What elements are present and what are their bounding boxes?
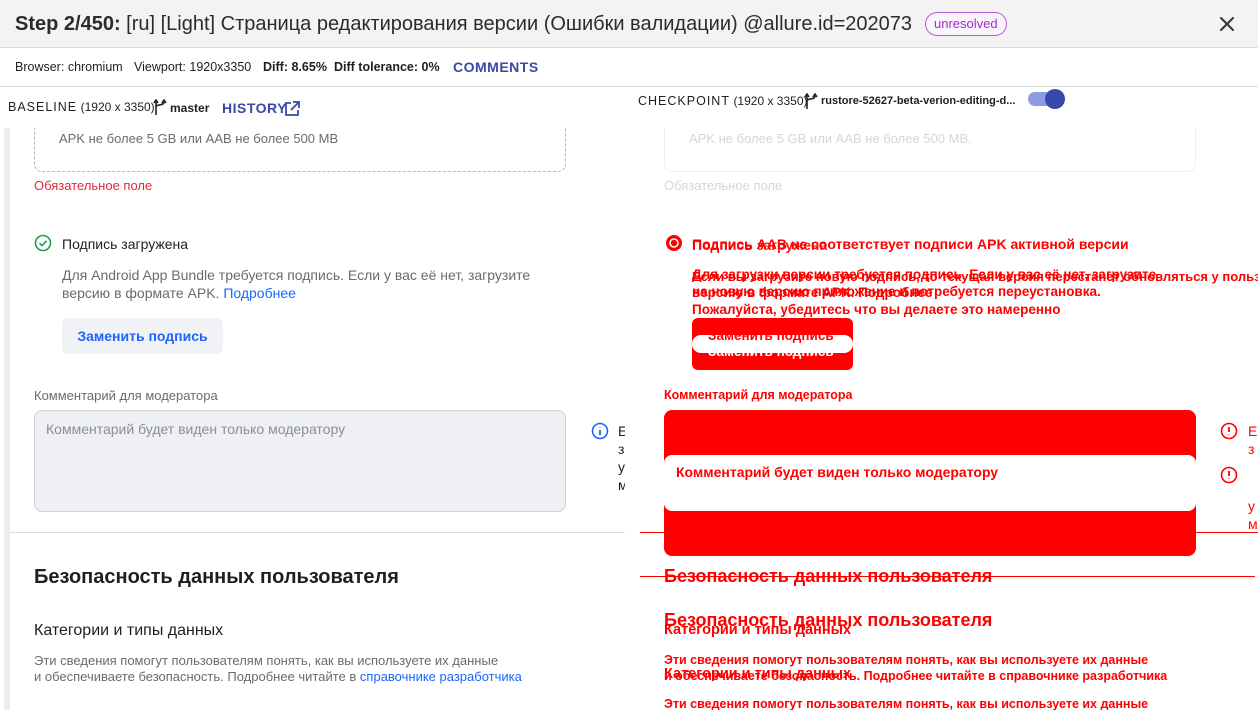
comment-placeholder: Комментарий будет виден только модератор… [46, 421, 346, 437]
check-circle-icon [34, 234, 52, 252]
info-icon [1220, 466, 1238, 484]
close-button[interactable] [1215, 12, 1239, 36]
browser-info: Browser: chromium [15, 60, 123, 74]
step-title: Step 2/450: [ru] [Light] Страница редакт… [15, 12, 912, 36]
browser-label: Browser: [15, 60, 65, 74]
checkpoint-label: CHECKPOINT [638, 94, 730, 108]
baseline-branch: master [170, 101, 210, 115]
external-link-icon[interactable] [283, 100, 301, 118]
comment-label: Комментарий для модератора [34, 388, 218, 403]
baseline-size: (1920 x 3350) [80, 100, 155, 114]
data-desc: Эти сведения помогут пользователям понят… [34, 653, 499, 668]
step-counter: Step 2/450: [15, 13, 121, 35]
tolerance-label: Diff tolerance: [334, 60, 419, 74]
checkpoint-size: (1920 x 3350) [733, 94, 808, 108]
signature-status: Подпись загружена [62, 236, 189, 252]
replace-warning-line2: на новую версию приложение и потребуется… [692, 284, 1101, 299]
replace-button-label: Заменить подпись [708, 328, 834, 343]
signature-desc-line2: версию в формате APK. Подробнее [62, 285, 296, 301]
history-label: HISTORY [222, 100, 287, 116]
info-glyph: з [1248, 441, 1255, 457]
replace-warning: Если вы загрузите новую подпись, то теку… [692, 269, 1258, 284]
replace-signature-button[interactable]: Заменить подпись [62, 318, 223, 354]
subsection-title: Категории и типы данных [34, 622, 224, 639]
developer-guide-link[interactable]: справочнике разработчика [360, 669, 522, 684]
info-glyph: Е [1248, 423, 1258, 439]
section-title: Безопасность данных пользователя [34, 566, 399, 588]
comment-placeholder: Комментарий будет виден только модератор… [676, 464, 999, 480]
upload-hint: APK не более 5 GB или AAB не более 500 M… [689, 131, 972, 146]
diff-label: Diff: [263, 60, 288, 74]
close-icon [1220, 17, 1234, 31]
checkpoint-header: CHECKPOINT (1920 x 3350) [638, 94, 808, 108]
info-glyph: з [618, 441, 625, 457]
diff-value: 8.65% [291, 60, 327, 74]
info-bar: Browser: chromium Viewport: 1920x3350 Di… [0, 49, 1258, 87]
signature-status: Подпись загружена [692, 237, 828, 253]
baseline-label: BASELINE [8, 100, 78, 114]
comment-textarea[interactable]: Комментарий будет виден только модератор… [34, 410, 566, 512]
step-header: Step 2/450: [ru] [Light] Страница редакт… [0, 0, 1258, 48]
comments-button[interactable]: COMMENTS [453, 59, 539, 75]
diff-info: Diff: 8.65% [263, 60, 327, 74]
data-desc-shifted: Эти сведения помогут пользователям понят… [664, 697, 1149, 710]
replace-warning-line3: Пожалуйста, убедитесь что вы делаете это… [692, 302, 1061, 317]
data-desc: Эти сведения помогут пользователям понят… [664, 653, 1149, 667]
section-title: Безопасность данных пользователя [664, 566, 993, 586]
section-rail [4, 128, 10, 710]
branch-icon [153, 99, 167, 115]
data-desc-text: и обеспечиваете безопасность. Подробнее … [34, 669, 357, 684]
error-circle-icon [666, 235, 682, 251]
more-link[interactable]: Подробнее [223, 285, 296, 301]
signature-desc: Для Android App Bundle требуется подпись… [62, 267, 531, 283]
data-desc-line2: и обеспечиваете безопасность. Подробнее … [34, 669, 522, 684]
history-link[interactable]: HISTORY [222, 100, 287, 116]
info-glyph: Е [618, 423, 625, 439]
info-glyph: м [1248, 516, 1258, 532]
viewport-info: Viewport: 1920x3350 [134, 60, 251, 74]
status-badge: unresolved [925, 12, 1007, 36]
data-desc-line2: и обеспечиваете безопасность. Подробнее … [664, 669, 1168, 683]
baseline-pane[interactable]: APK не более 5 GB или AAB не более 500 M… [0, 128, 625, 710]
test-name: [ru] [Light] Страница редактирования вер… [126, 13, 912, 35]
divider [640, 532, 1258, 533]
subsection-title: Категории и типы данных [664, 622, 852, 638]
replace-button-label-shifted: Заменить подпись [708, 344, 834, 359]
divider [10, 532, 625, 533]
browser-value: chromium [67, 60, 123, 74]
upload-hint: APK не более 5 GB или AAB не более 500 M… [59, 131, 339, 146]
baseline-header: BASELINE (1920 x 3350) [8, 100, 155, 114]
tolerance-value: 0% [421, 60, 440, 74]
signature-desc-text: версию в формате APK. [62, 285, 220, 301]
info-icon [1220, 422, 1238, 440]
comment-label: Комментарий для модератора [664, 388, 853, 402]
diff-overlay-toggle[interactable] [1028, 89, 1066, 109]
required-error: Обязательное поле [34, 178, 153, 193]
info-glyph: у [618, 459, 625, 475]
viewport-label: Viewport: [134, 60, 186, 74]
branch-icon [804, 93, 818, 109]
info-glyph: м [618, 477, 625, 493]
info-icon [591, 422, 609, 440]
info-glyph: у [1248, 498, 1255, 514]
checkpoint-branch: rustore-52627-beta-verion-editing-d... [821, 95, 1016, 107]
tolerance-info: Diff tolerance: 0% [334, 60, 440, 74]
checkpoint-pane[interactable]: APK не более 5 GB или AAB не более 500 M… [640, 128, 1258, 710]
viewport-value: 1920x3350 [189, 60, 252, 74]
toggle-knob [1045, 89, 1065, 109]
required-error: Обязательное поле [664, 178, 783, 193]
